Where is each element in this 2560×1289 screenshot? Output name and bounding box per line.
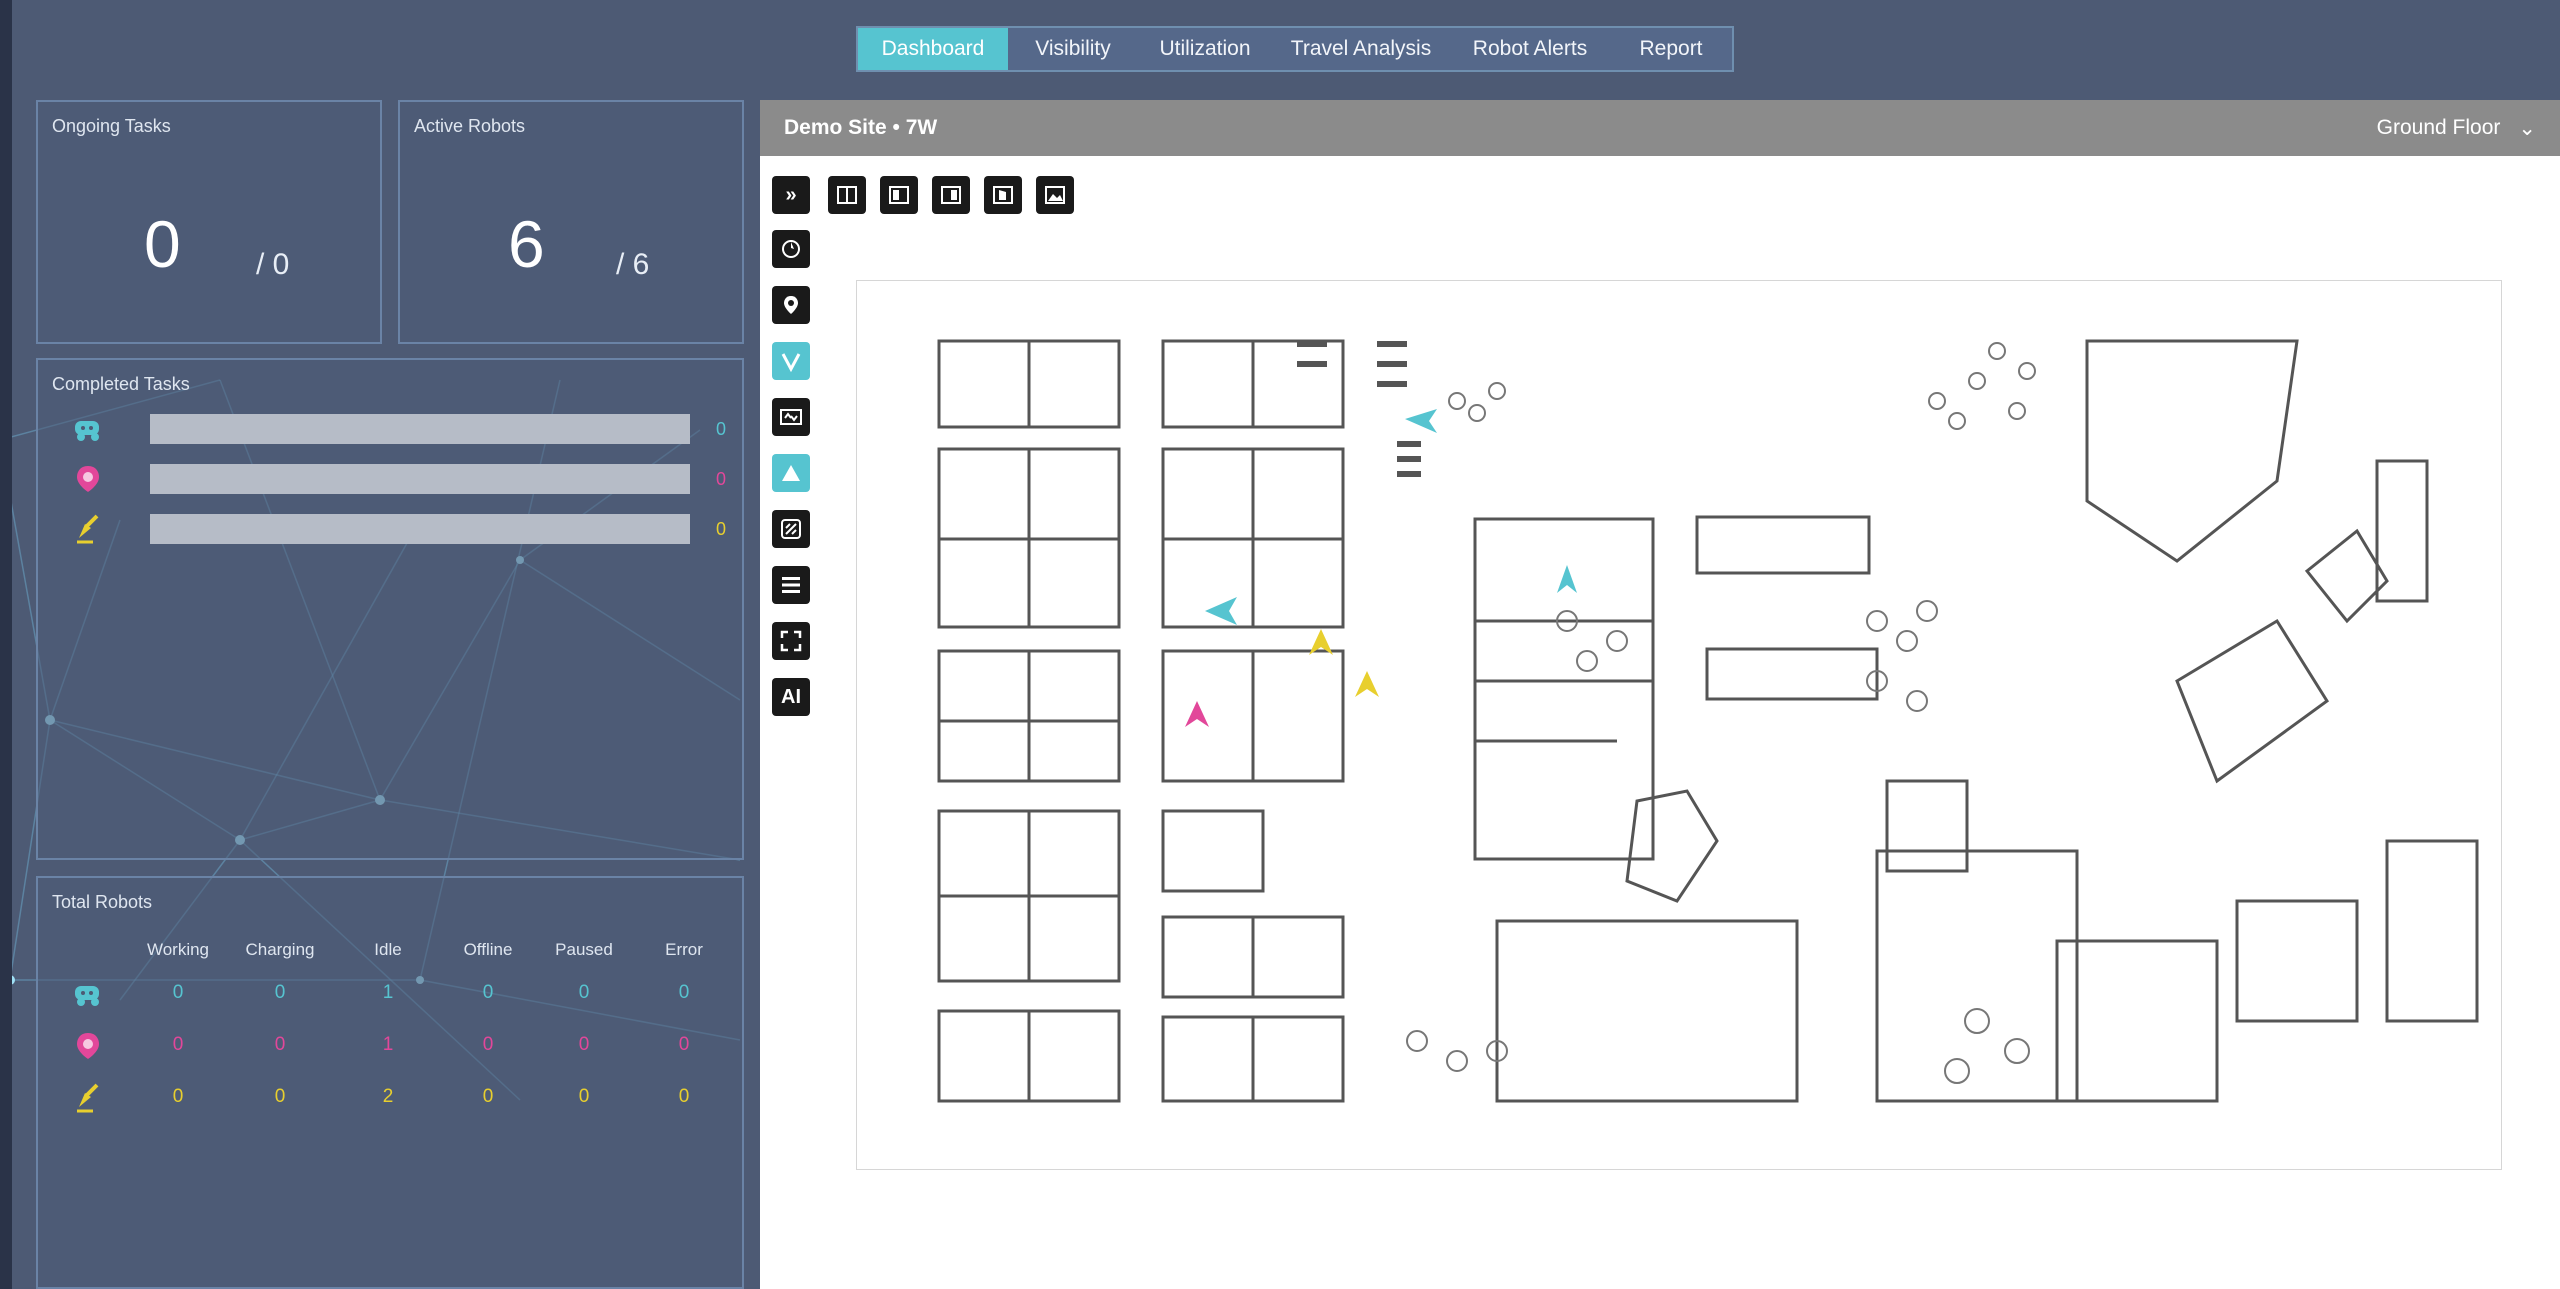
right-panel-button[interactable] (932, 176, 970, 214)
completed-task-row: 0 (68, 462, 748, 496)
column-header: Error (665, 940, 703, 959)
collapse-button[interactable]: » (772, 176, 810, 214)
completed-task-bar (150, 464, 690, 494)
ai-button[interactable]: AI (772, 678, 810, 716)
active-robots-total: / 6 (616, 248, 650, 281)
tab-dashboard[interactable]: Dashboard (858, 28, 1008, 70)
table-cell: 0 (678, 982, 690, 1003)
disinfection-robot-icon (68, 1029, 108, 1063)
split-view-icon (837, 186, 857, 204)
robot-v-icon (781, 353, 801, 372)
delivery-robot-icon (68, 412, 108, 446)
map-header: Demo Site • 7W Ground Floor ⌄ (760, 100, 2560, 156)
completed-task-row: 0 (68, 512, 748, 546)
door-button[interactable] (984, 176, 1022, 214)
completed-task-bar (150, 514, 690, 544)
cleaning-robot-icon (68, 512, 108, 546)
completed-task-value: 0 (716, 518, 727, 539)
image-icon (1045, 186, 1065, 204)
tab-visibility[interactable]: Visibility (1008, 28, 1138, 70)
location-pin-icon (784, 296, 798, 314)
image-button[interactable] (1036, 176, 1074, 214)
completed-task-value: 0 (716, 418, 727, 439)
ongoing-tasks-panel: Ongoing Tasks 0 / 0 (36, 100, 382, 344)
completed-tasks-panel: Completed Tasks 0 0 0 (36, 358, 744, 860)
split-view-button[interactable] (828, 176, 866, 214)
column-header: Charging (245, 940, 315, 959)
location-pin-button[interactable] (772, 286, 810, 324)
triangle-icon (782, 465, 800, 481)
right-panel-icon (941, 186, 961, 204)
floor-plan-drawing (937, 339, 2479, 1103)
table-cell: 0 (678, 1086, 690, 1107)
ai-icon: AI (781, 685, 801, 708)
list-icon (782, 577, 800, 593)
compass-button[interactable] (772, 230, 810, 268)
path-button[interactable] (772, 510, 810, 548)
door-icon (993, 186, 1013, 204)
active-robots-title: Active Robots (414, 116, 526, 136)
ongoing-tasks-total: / 0 (256, 248, 290, 281)
tab-travel-analysis[interactable]: Travel Analysis (1272, 28, 1450, 70)
total-robots-title: Total Robots (52, 892, 153, 912)
fullscreen-icon (780, 630, 802, 652)
floor-plan[interactable] (856, 280, 2502, 1170)
window-edge (0, 0, 12, 1289)
table-row: 001000 (38, 1026, 742, 1066)
completed-tasks-title: Completed Tasks (52, 374, 190, 394)
floor-select-value: Ground Floor (2376, 116, 2501, 139)
table-cell: 0 (678, 1034, 690, 1055)
active-robots-panel: Active Robots 6 / 6 (398, 100, 744, 344)
top-navigation: Dashboard Visibility Utilization Travel … (856, 26, 1734, 72)
completed-task-row: 0 (68, 412, 748, 446)
table-row: 001000 (38, 974, 742, 1014)
tab-report[interactable]: Report (1610, 28, 1732, 70)
left-panel-button[interactable] (880, 176, 918, 214)
floor-select[interactable]: Ground Floor ⌄ (2377, 116, 2536, 141)
map-title: Demo Site • 7W (784, 116, 938, 139)
table-row: 002000 (38, 1078, 742, 1118)
elevator-icon (780, 409, 802, 425)
path-icon (781, 519, 801, 539)
completed-task-value: 0 (716, 468, 727, 489)
triangle-button[interactable] (772, 454, 810, 492)
table-cell: 0 (274, 1034, 286, 1055)
ongoing-tasks-count: 0 (144, 207, 181, 281)
robot-v-button[interactable] (772, 342, 810, 380)
left-panel-icon (889, 186, 909, 204)
delivery-robot-icon (68, 977, 108, 1011)
table-cell: 0 (274, 1086, 286, 1107)
chevron-down-icon: ⌄ (2518, 116, 2536, 140)
active-robots-count: 6 (508, 207, 545, 281)
tab-utilization[interactable]: Utilization (1138, 28, 1272, 70)
list-button[interactable] (772, 566, 810, 604)
tab-robot-alerts[interactable]: Robot Alerts (1450, 28, 1610, 70)
completed-task-bar (150, 414, 690, 444)
elevator-button[interactable] (772, 398, 810, 436)
fullscreen-button[interactable] (772, 622, 810, 660)
map-panel: Demo Site • 7W Ground Floor ⌄ » AI (760, 100, 2560, 1289)
compass-icon (782, 240, 800, 258)
total-robots-panel: Total Robots Working Charging Idle Offline P… (36, 876, 744, 1289)
table-cell: 0 (274, 982, 286, 1003)
cleaning-robot-icon (68, 1081, 108, 1115)
disinfection-robot-icon (68, 462, 108, 496)
ongoing-tasks-title: Ongoing Tasks (52, 116, 171, 136)
